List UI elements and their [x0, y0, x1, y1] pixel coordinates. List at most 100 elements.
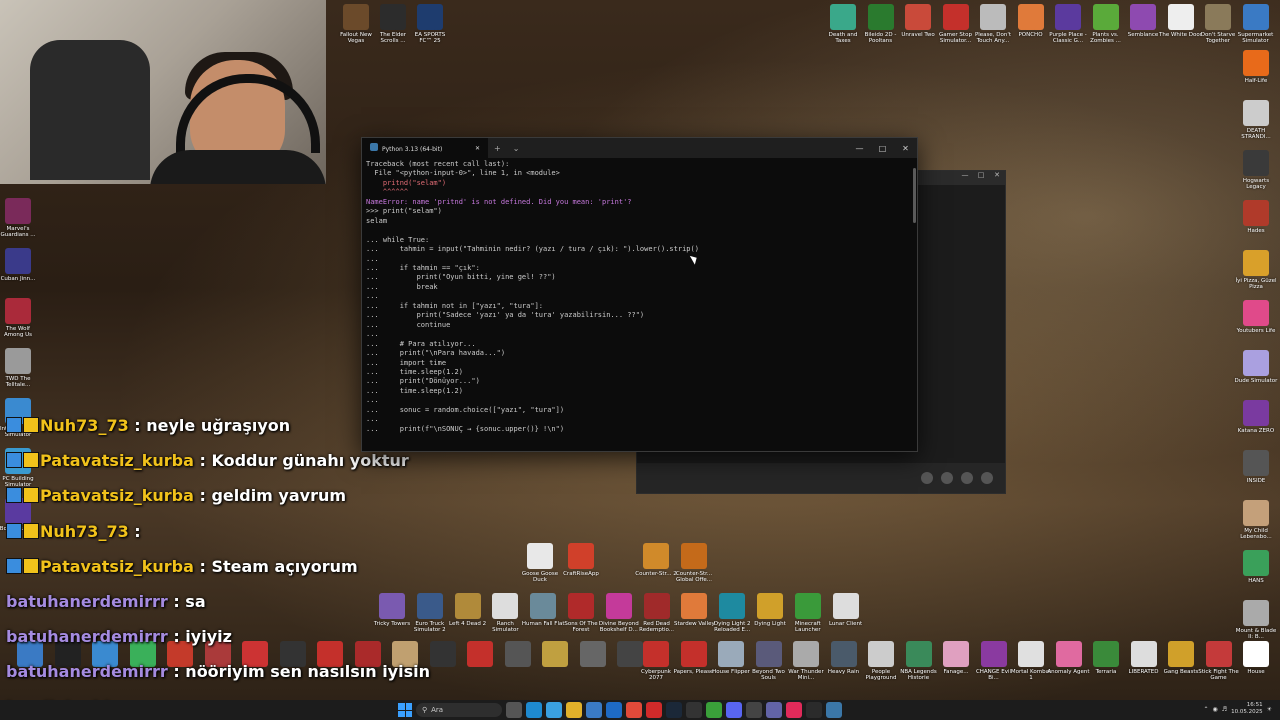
- minimize-icon[interactable]: —: [848, 144, 871, 153]
- mortal-kombat-1-icon: [1018, 641, 1044, 667]
- steam-icon[interactable]: [666, 702, 682, 718]
- minimize-icon[interactable]: —: [957, 171, 973, 185]
- desktop-icon-label: House: [1247, 669, 1265, 675]
- volume-icon[interactable]: ♬: [1222, 706, 1227, 713]
- red-dead-redemptio-icon: [643, 593, 670, 619]
- desktop-icon-supermarket-simulator[interactable]: Supermarket Simulator: [1234, 4, 1278, 44]
- file-explorer-icon[interactable]: [566, 702, 582, 718]
- desktop-icon-label: TWD The Telltale...: [5, 376, 31, 388]
- console-line: ... print(f"\nSONUÇ → {sonuc.upper()} !\…: [366, 424, 565, 433]
- copilot-icon[interactable]: [546, 702, 562, 718]
- task-view-icon[interactable]: [506, 702, 522, 718]
- desktop-icon-the-wolf-among-us[interactable]: The Wolf Among Us: [0, 298, 40, 338]
- chat-username: Nuh73_73: [40, 521, 129, 541]
- desktop-icon-ea-sports-fc-25[interactable]: EA SPORTS FC™ 25: [408, 4, 452, 44]
- terraria-icon: [1093, 641, 1119, 667]
- tricky-towers-icon: [379, 593, 405, 619]
- mic-icon[interactable]: [981, 472, 993, 484]
- desktop-icon-hans[interactable]: HANS: [1234, 550, 1278, 584]
- unravel-two-icon: [905, 4, 931, 30]
- hades-icon: [1243, 200, 1269, 226]
- craftriseapp-icon: [568, 543, 594, 569]
- background-window-input-bar[interactable]: [637, 463, 1005, 493]
- opera-icon[interactable]: [646, 702, 662, 718]
- epic-icon[interactable]: [686, 702, 702, 718]
- desktop-icon-mount-blade-ii-b[interactable]: Mount & Blade II: B...: [1234, 600, 1278, 640]
- console-line: ... while True:: [366, 235, 430, 244]
- desktop-icon-goose-goose-duck[interactable]: Goose Goose Duck: [518, 543, 562, 583]
- discord-icon[interactable]: [726, 702, 742, 718]
- console-line: ... time.sleep(1.2): [366, 367, 463, 376]
- teams-icon[interactable]: [766, 702, 782, 718]
- chat-message: Patavatsiz_kurba : Steam açıyorum: [6, 557, 358, 576]
- chrome-icon[interactable]: [626, 702, 642, 718]
- desktop-icon-marvel-s-guardians[interactable]: Marvel's Guardians ...: [0, 198, 40, 238]
- console-line: ...: [366, 292, 379, 301]
- goose-goose-duck-icon: [527, 543, 553, 569]
- desktop-icon-label: Lunar Client: [828, 621, 863, 627]
- attach-icon[interactable]: [961, 472, 973, 484]
- edge-icon[interactable]: [526, 702, 542, 718]
- ea-sports-fc-25-icon: [417, 4, 443, 30]
- desktop-icon-inside[interactable]: INSIDE: [1234, 450, 1278, 484]
- clock[interactable]: 16:51 10.05.2025: [1231, 702, 1263, 716]
- counter-str-global-offe-icon: [681, 543, 707, 569]
- desktop-icon-craftriseapp[interactable]: CraftRiseApp: [559, 543, 603, 577]
- tab-close-icon[interactable]: ✕: [475, 145, 480, 152]
- chat-message: Nuh73_73 : neyle uğraşıyon: [6, 416, 290, 435]
- desktop-icon-dude-simulator[interactable]: Dude Simulator: [1234, 350, 1278, 384]
- desktop-icon-katana-zero[interactable]: Katana ZERO: [1234, 400, 1278, 434]
- console-line: ... if tahmin == "çık":: [366, 263, 480, 272]
- desktop-icon-death-strandi[interactable]: DEATH STRANDI...: [1234, 100, 1278, 140]
- start-button[interactable]: [398, 703, 412, 717]
- terminal-icon[interactable]: [806, 702, 822, 718]
- maximize-icon[interactable]: □: [871, 144, 894, 153]
- send-icon[interactable]: [921, 472, 933, 484]
- desktop-icon-hogwarts-legacy[interactable]: Hogwarts Legacy: [1234, 150, 1278, 190]
- store-icon[interactable]: [586, 702, 602, 718]
- obs-icon[interactable]: [746, 702, 762, 718]
- chevron-down-icon[interactable]: ⌄: [507, 144, 526, 153]
- desktop-icon-house[interactable]: House: [1234, 641, 1278, 675]
- desktop-icon-half-life[interactable]: Half-Life: [1234, 50, 1278, 84]
- outlook-icon[interactable]: [606, 702, 622, 718]
- moderator-badge-icon: [6, 487, 22, 504]
- gamer-stop-simulator-icon: [942, 4, 969, 30]
- network-icon[interactable]: ◉: [1212, 706, 1217, 713]
- desktop-icon-hades[interactable]: Hades: [1234, 200, 1278, 234]
- desktop-icon-label: Katana ZERO: [1237, 428, 1275, 434]
- death-strandi-icon: [1243, 100, 1269, 126]
- desktop-icon-icon[interactable]: [608, 641, 652, 667]
- desktop-icon-my-child-lebensbo[interactable]: My Child Lebensbo...: [1234, 500, 1278, 540]
- desktop-icon-i-yi-pizza-g-zel-pizza[interactable]: İyi Pizza, Güzel Pizza: [1234, 250, 1278, 290]
- the-white-door-icon: [1167, 4, 1194, 30]
- chevron-up-icon[interactable]: ⌃: [1203, 706, 1208, 713]
- emoji-icon[interactable]: [941, 472, 953, 484]
- tab-python[interactable]: Python 3.13 (64-bit) ✕: [362, 138, 488, 158]
- console-output[interactable]: Traceback (most recent call last): File …: [362, 158, 917, 436]
- icon-icon: [542, 641, 568, 667]
- chat-text: iyiyiz: [185, 627, 232, 647]
- python-window-titlebar[interactable]: Python 3.13 (64-bit) ✕ + ⌄ — □ ✕: [362, 138, 917, 158]
- python-console-window[interactable]: Python 3.13 (64-bit) ✕ + ⌄ — □ ✕ Traceba…: [361, 137, 918, 452]
- xbox-icon[interactable]: [706, 702, 722, 718]
- desktop-icon-lunar-client[interactable]: Lunar Client: [824, 593, 868, 627]
- heavy-rain-icon: [830, 641, 857, 667]
- opera-gx-icon[interactable]: [786, 702, 802, 718]
- minecraft-launcher-icon: [794, 593, 821, 619]
- close-icon[interactable]: ✕: [894, 144, 917, 153]
- scrollbar[interactable]: [913, 168, 916, 223]
- desktop-icon-counter-str-global-offe[interactable]: Counter-Str... Global Offe...: [672, 543, 716, 583]
- new-tab-icon[interactable]: +: [488, 144, 507, 153]
- chat-text: geldim yavrum: [211, 486, 347, 506]
- close-icon[interactable]: ✕: [989, 171, 1005, 185]
- desktop-icon-twd-the-telltale[interactable]: TWD The Telltale...: [0, 348, 40, 388]
- desktop-icon-cuban-jinn[interactable]: Cuban Jinn...: [0, 248, 40, 282]
- python-icon[interactable]: [826, 702, 842, 718]
- search-box[interactable]: ⚲ Ara: [416, 703, 502, 717]
- desktop-icon-youtubers-life[interactable]: Youtubers Life: [1234, 300, 1278, 334]
- notification-icon[interactable]: ☀: [1267, 706, 1272, 713]
- maximize-icon[interactable]: □: [973, 171, 989, 185]
- desktop-icon-label: CraftRiseApp: [563, 571, 599, 577]
